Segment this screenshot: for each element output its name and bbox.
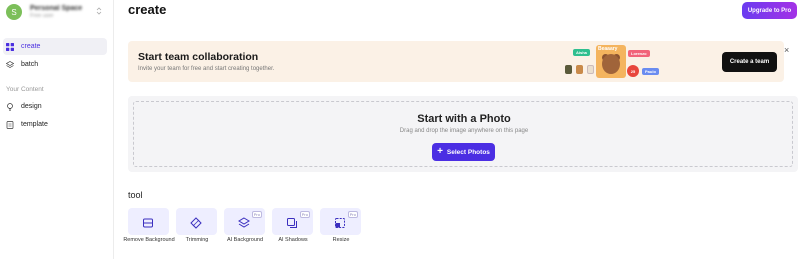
sidebar-item-label: create [21,43,41,50]
account-plan: Free user [30,12,54,19]
grid-icon [6,42,14,51]
collaborator-tag: Aisha [573,49,590,56]
tool-remove-background[interactable] [128,208,169,235]
document-icon [6,120,14,129]
sticker-thumb [565,65,572,74]
section-label: Your Content [6,86,44,93]
bulb-icon [6,102,14,111]
tool-label: Trimming [185,237,209,243]
pro-badge: Pro [251,211,262,218]
collaborator-tag: Lorenzo [628,50,650,57]
teddy-bear-icon [602,54,620,74]
sidebar-item-label: batch [21,61,39,68]
sidebar-item-label: template [21,121,48,128]
tool-label: Remove Background [123,237,175,243]
pro-badge: Pro [347,211,358,218]
chevron-icon [96,7,102,17]
sidebar-item-create[interactable]: create [3,38,107,55]
card-title: Beaaary [598,46,618,52]
trim-icon [190,216,202,229]
sidebar-item-batch[interactable]: batch [3,56,107,73]
tool-ai-background[interactable]: Pro [224,208,265,235]
banner-subtitle: Invite your team for free and start crea… [138,66,275,72]
tool-resize[interactable]: Pro [320,208,361,235]
plus-icon: + [437,146,443,157]
upload-title: Start with a Photo [417,113,511,125]
sidebar-item-design[interactable]: design [3,98,107,115]
account-switcher[interactable]: S Personal Space Free user [6,3,108,21]
upload-subtitle: Drag and drop the image anywhere on this… [399,128,529,134]
collaborator-tag: Paulo [642,68,659,75]
tools-heading: tool [128,190,143,200]
sidebar-item-template[interactable]: template [3,116,107,133]
account-name: Personal Space [30,4,83,12]
ai-shadows-icon [286,216,298,228]
banner-title: Start team collaboration [138,51,259,63]
bear-card: Beaaary [596,45,626,78]
upgrade-button[interactable]: Upgrade to Pro [742,2,797,19]
create-team-button[interactable]: Create a team [722,52,777,72]
tool-ai-shadows[interactable]: Pro [272,208,313,235]
count-badge: 25 [627,65,639,77]
tool-label: AI Shadows [278,237,308,243]
avatar: S [6,4,22,20]
sidebar-item-label: design [21,103,42,110]
resize-icon [334,216,346,228]
tool-label: Resize [332,237,350,243]
sticker-thumb [587,65,594,74]
page-title: create [128,2,167,17]
select-photos-label: Select Photos [446,148,490,156]
ai-background-icon [238,216,250,228]
remove-bg-icon [142,216,154,228]
select-photos-button[interactable]: + Select Photos [432,143,495,161]
sticker-thumb [576,65,583,74]
pro-badge: Pro [299,211,310,218]
sidebar: S Personal Space Free user create batch … [0,0,114,259]
upload-dropzone[interactable]: Start with a Photo Drag and drop the ima… [128,96,798,172]
team-illustration: Aisha Beaaary Lorenzo 25 Paulo [562,43,662,81]
team-banner: Start team collaboration Invite your tea… [128,41,784,82]
tool-label: AI Background [226,237,264,243]
tool-trimming[interactable] [176,208,217,235]
close-icon[interactable]: × [784,45,789,55]
layers-icon [6,60,14,69]
